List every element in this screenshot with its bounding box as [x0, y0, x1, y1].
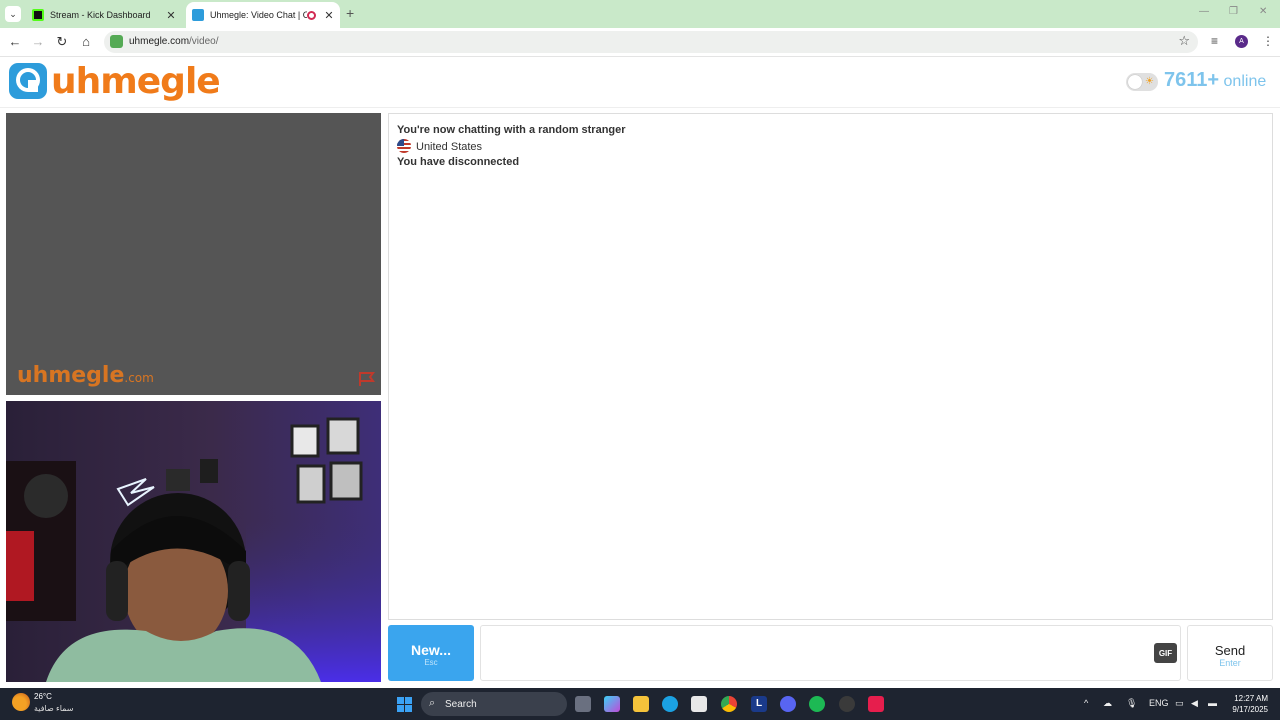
uhmegle-favicon-icon [192, 9, 204, 21]
chat-log: You're now chatting with a random strang… [388, 113, 1273, 620]
clock-date: 9/17/2025 [1232, 705, 1268, 714]
new-chat-button[interactable]: New... Esc [388, 625, 474, 681]
theme-toggle[interactable]: ☀ [1126, 73, 1158, 91]
weather-icon[interactable] [12, 693, 30, 711]
network-icon[interactable]: ▭ [1175, 698, 1184, 709]
tab-kick-dashboard[interactable]: Stream - Kick Dashboard ✕ [26, 2, 182, 28]
new-button-hint: Esc [424, 658, 438, 667]
site-logo-text[interactable]: uhmegle [51, 61, 221, 102]
online-label: online [1223, 73, 1267, 90]
us-flag-icon [397, 139, 411, 153]
obs-icon[interactable] [839, 696, 855, 712]
uhmegle-logo-icon[interactable] [9, 61, 47, 101]
copilot-icon[interactable] [604, 696, 620, 712]
send-button-label: Send [1214, 643, 1246, 658]
onedrive-icon[interactable]: ☁ [1103, 698, 1112, 709]
store-icon[interactable] [691, 696, 707, 712]
volume-icon[interactable]: ◀ [1191, 698, 1198, 709]
tab-search-button[interactable]: ⌄ [5, 6, 21, 22]
chrome-icon[interactable] [721, 696, 737, 712]
new-button-label: New... [411, 642, 451, 658]
app-l-icon[interactable]: L [751, 696, 767, 712]
video-watermark: uhmegle.com [17, 363, 154, 388]
online-count: 7611+ [1164, 69, 1220, 91]
chat-status-message: You're now chatting with a random strang… [397, 124, 626, 136]
tab-title: Uhmegle: Video Chat | Ome [210, 10, 307, 20]
sun-icon: ☀ [1145, 76, 1154, 87]
message-input[interactable] [480, 625, 1181, 681]
webcam-feed-image [6, 401, 381, 682]
minimize-icon[interactable]: — [1199, 6, 1209, 17]
address-bar[interactable]: uhmegle.com/video/ ☆ [104, 31, 1198, 53]
back-arrow-icon[interactable]: ← [7, 34, 23, 49]
bookmark-star-icon[interactable]: ☆ [1178, 33, 1190, 49]
browser-tab-bar: ⌄ Stream - Kick Dashboard ✕ Uhmegle: Vid… [0, 0, 1280, 28]
site-header: uhmegle ☀ 7611+ online [0, 57, 1280, 108]
battery-icon[interactable]: ▬ [1208, 698, 1217, 708]
reload-icon[interactable]: ↻ [54, 34, 70, 50]
browser-toolbar: ← → ↻ ⌂ uhmegle.com/video/ ☆ ≡ A ⋮ [0, 28, 1280, 57]
more-menu-icon[interactable]: ⋮ [1262, 34, 1274, 48]
tab-uhmegle[interactable]: Uhmegle: Video Chat | Ome ✕ [186, 2, 340, 28]
windows-taskbar: 26°C سماء صافية ⌕ Search L ^ ☁ 🎙 ENG ▭ ◀… [0, 688, 1280, 720]
tiktok-icon[interactable] [868, 696, 884, 712]
close-tab-icon[interactable]: ✕ [322, 9, 336, 22]
site-camera-icon[interactable] [110, 35, 123, 48]
tab-title: Stream - Kick Dashboard [50, 10, 151, 20]
restore-icon[interactable]: ❐ [1229, 6, 1238, 17]
search-icon: ⌕ [429, 697, 436, 709]
send-button[interactable]: Send Enter [1187, 625, 1273, 681]
send-button-hint: Enter [1219, 658, 1241, 668]
task-view-icon[interactable] [575, 696, 591, 712]
spotify-icon[interactable] [809, 696, 825, 712]
language-indicator[interactable]: ENG [1149, 698, 1169, 708]
discord-icon[interactable] [780, 696, 796, 712]
stranger-video: uhmegle.com [6, 113, 381, 395]
online-counter: 7611+ online [1164, 69, 1266, 92]
taskbar-search[interactable]: ⌕ Search [421, 692, 567, 716]
file-explorer-icon[interactable] [633, 696, 649, 712]
forward-arrow-icon[interactable]: → [30, 34, 46, 49]
kick-favicon-icon [32, 9, 44, 21]
edge-icon[interactable] [662, 696, 678, 712]
tray-overflow-icon[interactable]: ^ [1084, 698, 1088, 708]
close-tab-icon[interactable]: ✕ [164, 9, 178, 22]
gif-button[interactable]: GIF [1154, 643, 1177, 663]
system-clock[interactable]: 12:27 AM 9/17/2025 [1222, 693, 1268, 715]
chat-country-message: United States [397, 139, 482, 153]
clock-time: 12:27 AM [1234, 694, 1268, 703]
recording-indicator-icon [307, 10, 316, 20]
search-label: Search [445, 699, 477, 710]
new-tab-button[interactable]: + [346, 5, 354, 21]
toggle-knob [1128, 75, 1142, 89]
close-window-icon[interactable]: ✕ [1259, 6, 1267, 17]
self-webcam-video [6, 401, 381, 682]
profile-avatar[interactable]: A [1235, 35, 1248, 48]
chat-disconnect-message: You have disconnected [397, 156, 520, 168]
start-button-icon[interactable] [397, 697, 412, 712]
weather-description[interactable]: سماء صافية [34, 704, 74, 713]
url-text: uhmegle.com/video/ [129, 36, 219, 47]
media-controls-icon[interactable]: ≡ [1211, 34, 1218, 48]
report-flag-icon[interactable] [358, 371, 376, 387]
home-icon[interactable]: ⌂ [78, 34, 94, 49]
weather-temperature[interactable]: 26°C [34, 692, 52, 701]
microphone-icon[interactable]: 🎙 [1126, 698, 1137, 709]
